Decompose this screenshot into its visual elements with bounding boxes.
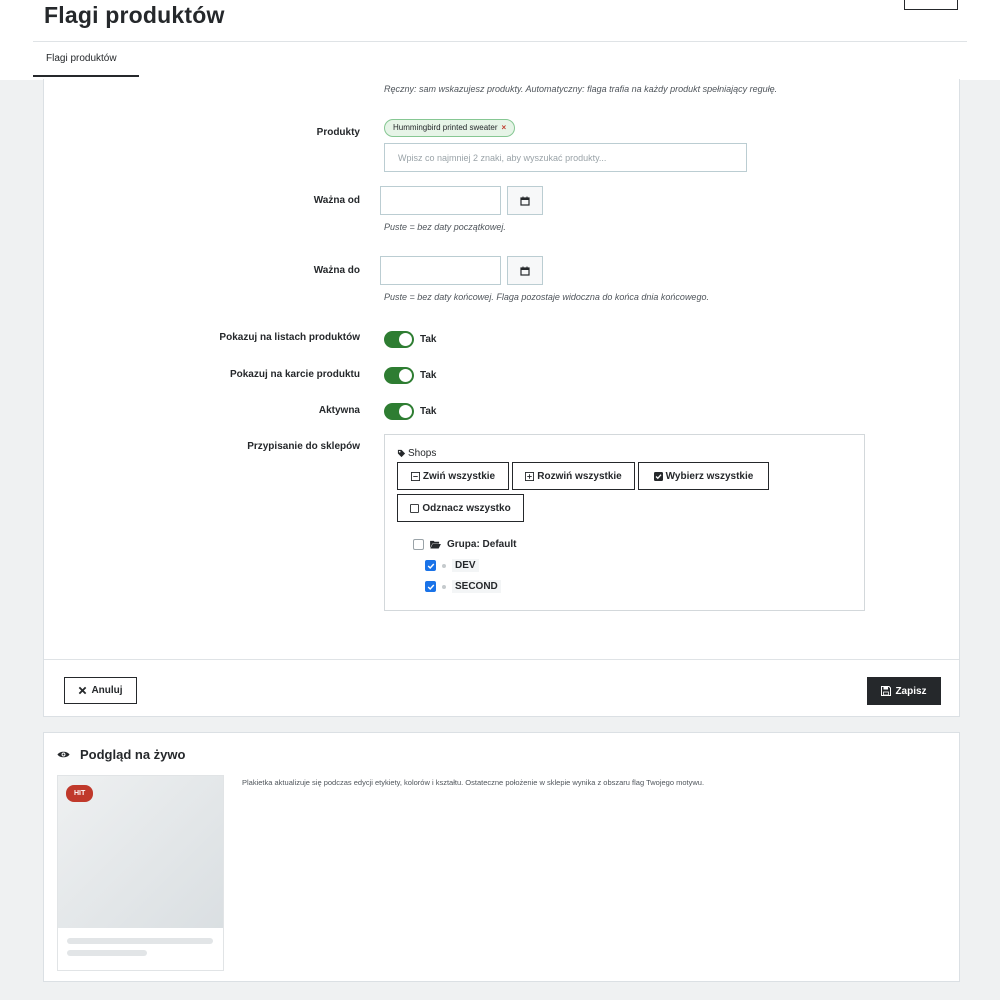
save-button[interactable]: Zapisz bbox=[867, 677, 941, 705]
remove-chip-icon[interactable]: × bbox=[502, 123, 507, 132]
eye-icon bbox=[57, 751, 70, 758]
selected-product-name: Hummingbird printed sweater bbox=[393, 123, 498, 132]
shop-assignment-label: Przypisanie do sklepów bbox=[247, 441, 360, 452]
shop-name: DEV bbox=[452, 559, 479, 572]
show-on-lists-toggle[interactable]: Tak bbox=[384, 329, 437, 349]
tree-bullet-icon bbox=[442, 563, 446, 568]
tree-shop-row[interactable]: DEV bbox=[425, 559, 479, 572]
tree-shop-row[interactable]: SECOND bbox=[425, 580, 501, 593]
shop-checkbox[interactable] bbox=[425, 581, 436, 592]
deselect-all-button[interactable]: Odznacz wszystko bbox=[397, 494, 524, 522]
calendar-icon bbox=[520, 266, 530, 276]
preview-title-text: Podgląd na żywo bbox=[80, 747, 186, 762]
valid-to-calendar-button[interactable] bbox=[507, 256, 543, 285]
group-name: Grupa: Default bbox=[447, 539, 517, 550]
show-on-product-page-toggle[interactable]: Tak bbox=[384, 365, 437, 385]
tabs-divider bbox=[33, 41, 967, 42]
checked-square-icon bbox=[653, 471, 663, 481]
mode-help-text: Ręczny: sam wskazujesz produkty. Automat… bbox=[384, 84, 778, 94]
flag-form-card: Ręczny: sam wskazujesz produkty. Automat… bbox=[43, 79, 960, 717]
valid-to-help: Puste = bez daty końcowej. Flaga pozosta… bbox=[384, 292, 709, 302]
select-all-button[interactable]: Wybierz wszystkie bbox=[638, 462, 769, 490]
save-label: Zapisz bbox=[895, 685, 927, 697]
calendar-icon bbox=[520, 196, 530, 206]
expand-all-button[interactable]: Rozwiń wszystkie bbox=[512, 462, 635, 490]
empty-square-icon bbox=[410, 503, 420, 513]
page-title: Flagi produktów bbox=[44, 2, 225, 28]
skeleton-line bbox=[67, 938, 213, 944]
selected-product-chip[interactable]: Hummingbird printed sweater × bbox=[384, 119, 516, 137]
tree-bullet-icon bbox=[442, 584, 446, 589]
toggle-switch[interactable] bbox=[384, 366, 414, 384]
folder-open-icon bbox=[430, 540, 441, 549]
cancel-label: Anuluj bbox=[91, 685, 123, 696]
floppy-disk-icon bbox=[881, 686, 892, 696]
toggle-switch[interactable] bbox=[384, 330, 414, 348]
active-toggle[interactable]: Tak bbox=[384, 401, 437, 421]
shop-name: SECOND bbox=[452, 580, 501, 593]
deselect-all-label: Odznacz wszystko bbox=[422, 502, 511, 514]
valid-to-date-input[interactable] bbox=[380, 256, 501, 285]
product-search-input[interactable] bbox=[384, 143, 747, 172]
tab-product-flags[interactable]: Flagi produktów bbox=[33, 44, 139, 77]
shop-tree-panel: Shops Zwiń wszystkie Rozwiń wszystkie Wy… bbox=[384, 434, 865, 611]
products-label: Produkty bbox=[316, 127, 360, 138]
check-icon bbox=[427, 563, 434, 569]
live-preview-card: Podgląd na żywo HIT Plakietka aktualizuj… bbox=[43, 732, 960, 982]
shop-checkbox[interactable] bbox=[425, 560, 436, 571]
flag-badge: HIT bbox=[66, 785, 94, 802]
expand-icon bbox=[525, 471, 535, 481]
toggle-switch[interactable] bbox=[384, 402, 414, 420]
close-icon bbox=[79, 686, 87, 695]
show-on-lists-label: Pokazuj na listach produktów bbox=[219, 332, 360, 343]
shops-title: Shops bbox=[397, 448, 436, 459]
form-footer-divider bbox=[44, 659, 959, 660]
expand-all-label: Rozwiń wszystkie bbox=[537, 470, 622, 482]
collapse-all-button[interactable]: Zwiń wszystkie bbox=[397, 462, 509, 490]
select-all-label: Wybierz wszystkie bbox=[665, 470, 754, 482]
valid-to-label: Ważna do bbox=[313, 265, 360, 276]
preview-description: Plakietka aktualizuje się podczas edycji… bbox=[242, 778, 705, 787]
collapse-all-label: Zwiń wszystkie bbox=[422, 470, 496, 482]
group-checkbox[interactable] bbox=[413, 539, 424, 550]
toggle-value: Tak bbox=[420, 333, 437, 345]
cancel-button[interactable]: Anuluj bbox=[64, 677, 137, 704]
show-on-product-page-label: Pokazuj na karcie produktu bbox=[229, 369, 360, 380]
valid-from-label: Ważna od bbox=[313, 195, 360, 206]
collapse-icon bbox=[410, 471, 420, 481]
toggle-value: Tak bbox=[420, 369, 437, 381]
check-icon bbox=[427, 584, 434, 590]
shops-title-text: Shops bbox=[408, 448, 437, 459]
header-action-button[interactable] bbox=[904, 0, 958, 10]
preview-title: Podgląd na żywo bbox=[57, 747, 185, 762]
valid-from-calendar-button[interactable] bbox=[507, 186, 543, 215]
valid-from-date-input[interactable] bbox=[380, 186, 501, 215]
preview-product-card: HIT bbox=[57, 775, 224, 971]
toggle-value: Tak bbox=[420, 405, 437, 417]
tree-group-row[interactable]: Grupa: Default bbox=[413, 539, 516, 550]
active-label: Aktywna bbox=[318, 405, 360, 416]
skeleton-line bbox=[67, 950, 147, 956]
valid-from-help: Puste = bez daty początkowej. bbox=[384, 222, 506, 232]
tag-icon bbox=[397, 449, 406, 458]
